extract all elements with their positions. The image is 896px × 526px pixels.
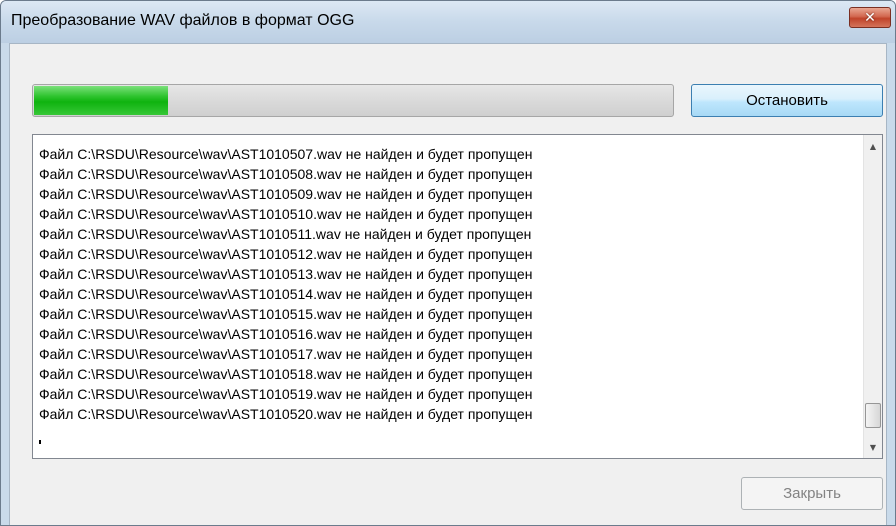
log-line: Файл C:\RSDU\Resource\wav\AST1010512.wav… <box>39 246 533 262</box>
log-line: Файл C:\RSDU\Resource\wav\AST1010510.wav… <box>39 206 533 222</box>
stop-button-label: Остановить <box>746 92 828 109</box>
log-line: Файл C:\RSDU\Resource\wav\AST1010513.wav… <box>39 266 533 282</box>
log-line: Файл C:\RSDU\Resource\wav\AST1010507.wav… <box>39 146 533 162</box>
log-line: Файл C:\RSDU\Resource\wav\AST1010520.wav… <box>39 406 533 422</box>
window-title: Преобразование WAV файлов в формат OGG <box>11 12 355 29</box>
log-line: Файл C:\RSDU\Resource\wav\AST1010511.wav… <box>39 226 532 242</box>
log-line: Файл C:\RSDU\Resource\wav\AST1010516.wav… <box>39 326 533 342</box>
log-line: Файл C:\RSDU\Resource\wav\AST1010518.wav… <box>39 366 533 382</box>
arrow-down-icon: ▼ <box>869 442 877 452</box>
title-bar[interactable]: Преобразование WAV файлов в формат OGG ✕ <box>1 1 895 43</box>
scroll-thumb[interactable] <box>865 403 881 428</box>
dialog-client-area: Остановить Файл C:\RSDU\Resource\wav\AST… <box>9 43 887 525</box>
arrow-up-icon: ▲ <box>869 141 877 151</box>
text-caret <box>39 440 41 444</box>
dialog-window: Преобразование WAV файлов в формат OGG ✕… <box>0 0 896 526</box>
log-line: Файл C:\RSDU\Resource\wav\AST1010517.wav… <box>39 346 533 362</box>
log-listbox[interactable]: Файл C:\RSDU\Resource\wav\AST1010507.wav… <box>32 134 883 459</box>
log-line: Файл C:\RSDU\Resource\wav\AST1010514.wav… <box>39 286 533 302</box>
close-button[interactable]: Закрыть <box>741 477 883 510</box>
log-vertical-scrollbar[interactable]: ▲ ▼ <box>863 135 882 458</box>
log-line: Файл C:\RSDU\Resource\wav\AST1010515.wav… <box>39 306 533 322</box>
close-button-label: Закрыть <box>783 485 841 502</box>
log-line: Файл C:\RSDU\Resource\wav\AST1010509.wav… <box>39 186 533 202</box>
log-lines: Файл C:\RSDU\Resource\wav\AST1010507.wav… <box>39 144 532 424</box>
close-icon: ✕ <box>864 9 876 26</box>
scroll-up-button[interactable]: ▲ <box>864 137 882 155</box>
log-line: Файл C:\RSDU\Resource\wav\AST1010519.wav… <box>39 386 533 402</box>
scroll-down-button[interactable]: ▼ <box>864 438 882 456</box>
stop-button[interactable]: Остановить <box>691 84 883 117</box>
log-line: Файл C:\RSDU\Resource\wav\AST1010508.wav… <box>39 166 533 182</box>
window-close-button[interactable]: ✕ <box>849 7 891 28</box>
progress-fill <box>34 86 168 115</box>
conversion-progress-bar <box>32 84 674 117</box>
